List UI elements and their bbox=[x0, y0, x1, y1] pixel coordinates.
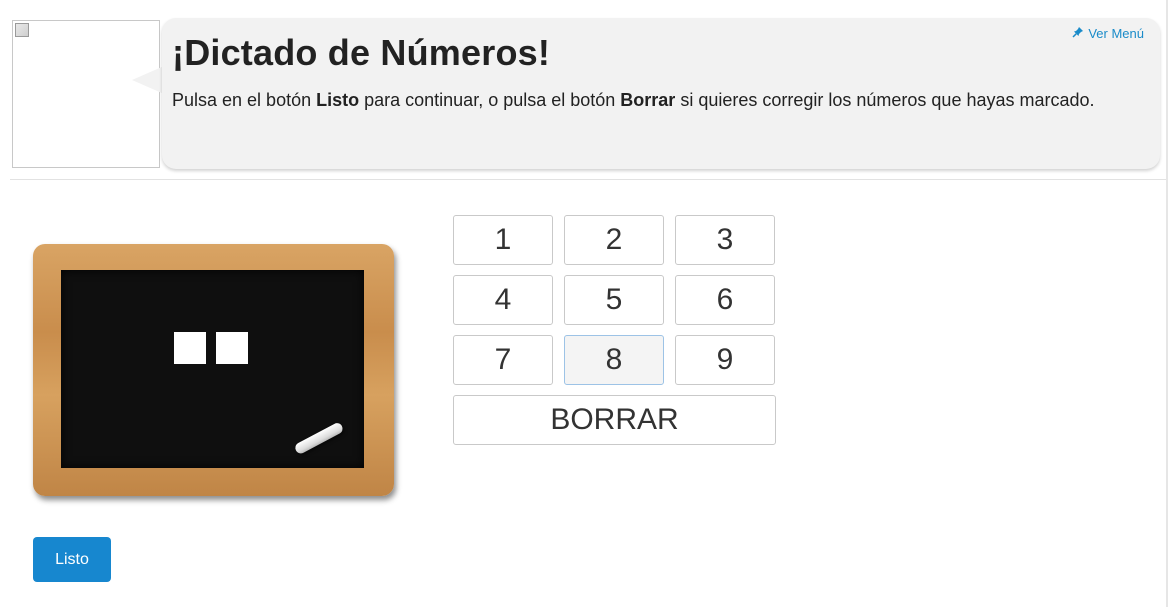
page-title: ¡Dictado de Números! bbox=[172, 32, 551, 73]
avatar-image bbox=[12, 20, 160, 168]
pin-icon bbox=[1072, 26, 1084, 41]
view-menu-label: Ver Menú bbox=[1088, 26, 1144, 41]
clear-button[interactable]: BORRAR bbox=[453, 395, 776, 445]
key-4[interactable]: 4 bbox=[453, 275, 553, 325]
key-5[interactable]: 5 bbox=[564, 275, 664, 325]
instruction-listo: Listo bbox=[316, 90, 360, 110]
digit-slot-2 bbox=[216, 332, 248, 364]
key-6[interactable]: 6 bbox=[675, 275, 775, 325]
key-9[interactable]: 9 bbox=[675, 335, 775, 385]
instruction-text: Pulsa en el botón bbox=[172, 90, 317, 110]
instruction-text: si quieres corregir los números que haya… bbox=[675, 90, 1095, 110]
key-1[interactable]: 1 bbox=[453, 215, 553, 265]
chalkboard bbox=[33, 244, 394, 496]
broken-image-icon bbox=[15, 23, 29, 37]
instructions: Pulsa en el botón Listo para continuar, … bbox=[172, 86, 1154, 115]
header-divider bbox=[10, 179, 1168, 180]
key-2[interactable]: 2 bbox=[564, 215, 664, 265]
view-menu-link[interactable]: Ver Menú bbox=[1072, 26, 1144, 41]
digit-slot-1 bbox=[174, 332, 206, 364]
chalk-icon bbox=[293, 421, 345, 456]
key-8[interactable]: 8 bbox=[564, 335, 664, 385]
speech-bubble: ¡Dictado de Números! Pulsa en el botón L… bbox=[162, 18, 1160, 169]
instruction-text: para continuar, o pulsa el botón bbox=[359, 90, 621, 110]
chalkboard-surface bbox=[61, 270, 364, 468]
key-3[interactable]: 3 bbox=[675, 215, 775, 265]
instruction-borrar: Borrar bbox=[620, 90, 676, 110]
key-7[interactable]: 7 bbox=[453, 335, 553, 385]
done-button[interactable]: Listo bbox=[33, 537, 111, 582]
page: ¡Dictado de Números! Pulsa en el botón L… bbox=[0, 0, 1168, 607]
speech-bubble-tail bbox=[132, 66, 164, 94]
